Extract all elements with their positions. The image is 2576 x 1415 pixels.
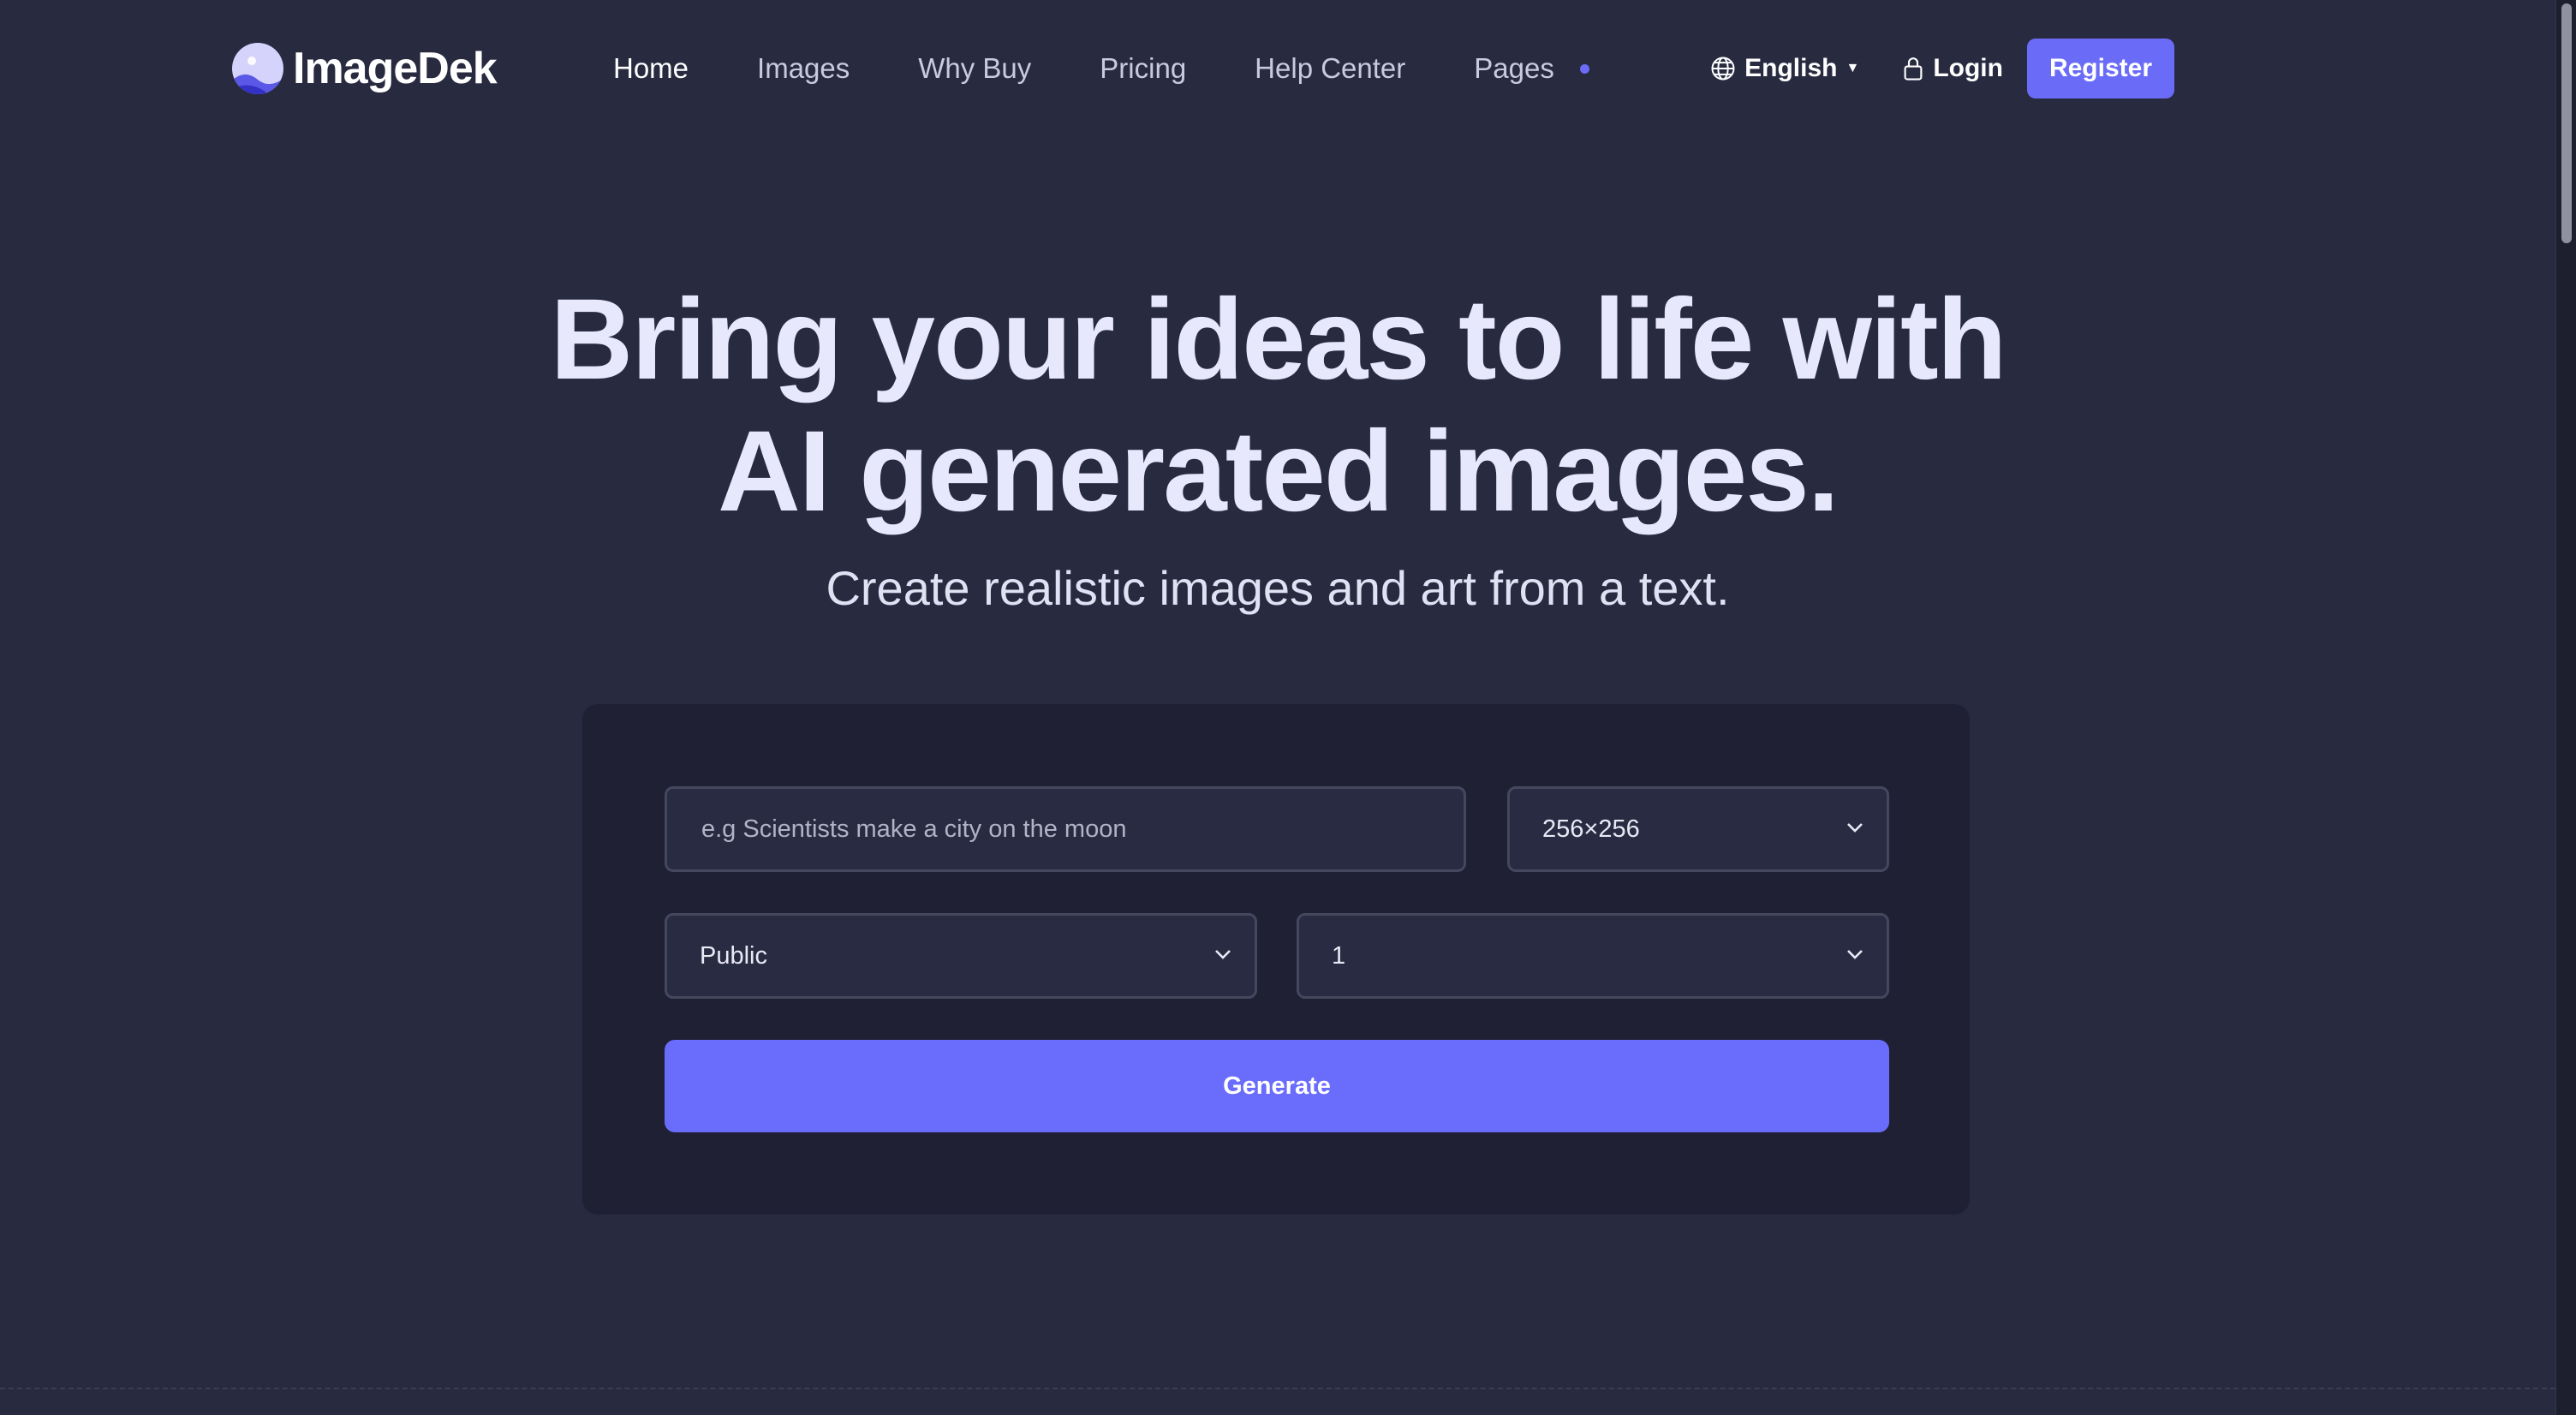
nav-pages[interactable]: Pages	[1474, 52, 1589, 85]
nav-home[interactable]: Home	[613, 52, 689, 85]
section-divider	[0, 1388, 2555, 1389]
language-selector[interactable]: English ▼	[1710, 54, 1859, 83]
image-count-select[interactable]: 1	[1297, 913, 1889, 999]
size-select[interactable]: 256×256	[1507, 786, 1889, 872]
nav-pages-label: Pages	[1474, 52, 1554, 84]
caret-down-icon: ▼	[1846, 61, 1860, 75]
prompt-input[interactable]	[667, 789, 1464, 869]
chevron-down-icon	[1847, 823, 1863, 833]
image-count-select-value: 1	[1332, 941, 1346, 970]
login-label: Login	[1933, 54, 2003, 82]
nav-images[interactable]: Images	[757, 52, 850, 85]
lock-icon	[1904, 57, 1923, 81]
page-scrollbar[interactable]	[2555, 0, 2576, 1415]
nav-help-center[interactable]: Help Center	[1255, 52, 1405, 85]
size-select-value: 256×256	[1542, 815, 1640, 843]
brand-name: ImageDek	[293, 44, 498, 93]
page: ImageDek Home Images Why Buy Pricing Hel…	[0, 0, 2576, 1415]
scrollbar-thumb[interactable]	[2561, 3, 2572, 243]
prompt-field[interactable]	[665, 786, 1466, 872]
nav-pricing[interactable]: Pricing	[1100, 52, 1186, 85]
visibility-select[interactable]: Public	[665, 913, 1257, 999]
visibility-select-value: Public	[700, 941, 767, 970]
hero-subtitle: Create realistic images and art from a t…	[826, 561, 1730, 615]
main-nav: Home Images Why Buy Pricing Help Center …	[613, 45, 1589, 93]
generate-button[interactable]: Generate	[665, 1040, 1889, 1132]
moon-landscape-logo-icon	[232, 43, 283, 94]
language-label: English	[1744, 54, 1838, 82]
site-header: ImageDek Home Images Why Buy Pricing Hel…	[0, 0, 2555, 137]
hero-title: Bring your ideas to life with AI generat…	[0, 274, 2555, 538]
globe-icon	[1711, 57, 1735, 81]
generator-card: 256×256 Public 1 Generate	[582, 704, 1970, 1215]
brand-logo[interactable]: ImageDek	[231, 39, 498, 98]
nav-why-buy[interactable]: Why Buy	[918, 52, 1031, 85]
dot-icon	[1579, 63, 1589, 74]
header-actions: English ▼ Login Register	[1710, 38, 2174, 99]
chevron-down-icon	[1847, 950, 1863, 959]
register-button[interactable]: Register	[2026, 39, 2174, 99]
hero-title-line-2: AI generated images.	[718, 408, 1840, 535]
chevron-down-icon	[1215, 950, 1231, 959]
login-link[interactable]: Login	[1902, 54, 2003, 83]
hero-title-line-1: Bring your ideas to life with	[550, 276, 2007, 403]
